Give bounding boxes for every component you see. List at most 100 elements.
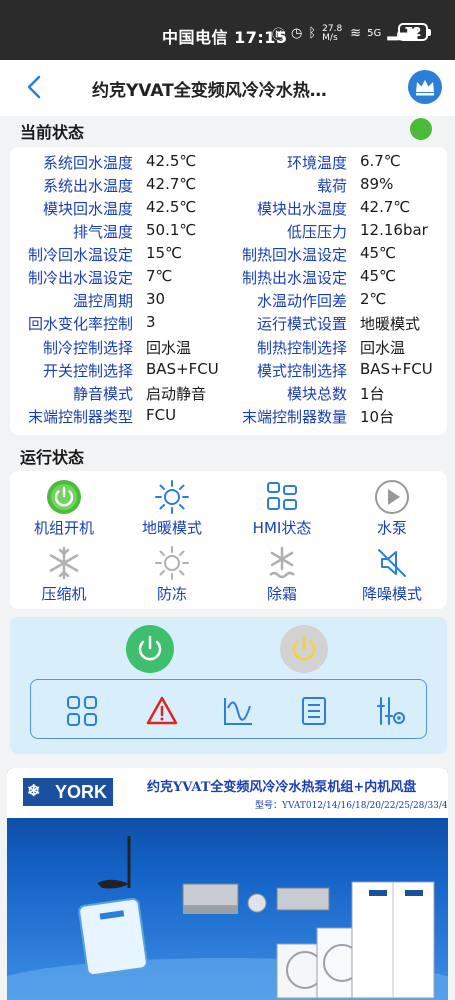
status-label: 模式控制选择 — [256, 362, 347, 380]
op-hmi-status: HMI状态 — [232, 479, 332, 538]
status-row: 回水变化率控制 3 运行模式设置 地暖模式 — [0, 313, 455, 336]
status-value: 42.5℃ — [146, 198, 197, 216]
op-label: 机组开机 — [33, 519, 94, 537]
status-value: 15℃ — [146, 244, 182, 262]
status-value: 回水温 — [146, 339, 192, 357]
back-arrow-icon[interactable] — [22, 74, 48, 100]
status-row: 系统出水温度 42.7℃ 载荷 89% — [0, 175, 455, 198]
status-label: 系统出水温度 — [42, 177, 133, 195]
status-label: 系统回水温度 — [42, 154, 133, 172]
settings-sliders-icon[interactable] — [373, 694, 407, 728]
status-value: 10台 — [360, 408, 395, 426]
status-icons: Ⓝ ◷ ᛒ 27.8 M/s ≋ 5G ▂▄▆ — [272, 24, 417, 43]
op-compressor: 压缩机 — [14, 545, 114, 604]
status-value: 89% — [360, 175, 394, 193]
current-status-title: 当前状态 — [20, 123, 85, 142]
battery-indicator: 72 — [398, 23, 431, 41]
op-label: HMI状态 — [252, 519, 312, 537]
network-type: 5G — [367, 28, 382, 39]
power-on-icon — [47, 480, 81, 514]
power-icon — [292, 635, 316, 661]
play-icon — [375, 480, 409, 514]
snowflake-icon — [49, 546, 79, 580]
status-value: 2℃ — [360, 290, 387, 308]
run-status-title: 运行状态 — [20, 448, 85, 467]
status-value: 3 — [146, 313, 156, 331]
status-row: 静音模式 启动静音 模块总数 1台 — [0, 383, 455, 406]
status-row: 排气温度 50.1℃ 低压压力 12.16bar — [0, 221, 455, 244]
carrier-time: 中国电信 17:15 — [162, 28, 288, 47]
trend-chart-icon[interactable] — [221, 694, 255, 728]
crown-button[interactable] — [408, 70, 442, 104]
run-status-card: 机组开机 地暖模式 HMI状态 水泵 压缩机 防冻 除霜 降噪模式 — [10, 471, 447, 609]
status-label: 水温动作回差 — [256, 292, 347, 310]
status-label: 制冷回水温设定 — [27, 246, 133, 264]
status-label: 制热控制选择 — [256, 339, 347, 357]
status-label: 温控周期 — [72, 292, 133, 310]
status-value: 回水温 — [360, 339, 406, 357]
power-off-button[interactable] — [280, 625, 328, 673]
system-status-bar: 中国电信 17:15 Ⓝ ◷ ᛒ 27.8 M/s ≋ 5G ▂▄▆ 72 — [0, 0, 455, 60]
op-label: 防冻 — [156, 585, 187, 603]
status-row: 制冷控制选择 回水温 制热控制选择 回水温 — [0, 337, 455, 360]
status-row: 温控周期 30 水温动作回差 2℃ — [0, 290, 455, 313]
snowflake-logo-icon: ❄ — [27, 783, 41, 800]
status-value: BAS+FCU — [146, 360, 219, 378]
status-label: 末端控制器类型 — [27, 408, 133, 426]
op-unit-power: 机组开机 — [14, 479, 114, 538]
hmi-icon — [267, 482, 297, 510]
status-value: FCU — [146, 406, 177, 424]
status-value: 42.5℃ — [146, 152, 197, 170]
status-value: 7℃ — [146, 267, 173, 285]
status-label: 末端控制器数量 — [241, 408, 347, 426]
document-list-icon[interactable] — [297, 694, 331, 728]
op-water-pump: 水泵 — [342, 479, 442, 538]
status-row: 模块回水温度 42.5℃ 模块出水温度 42.7℃ — [0, 198, 455, 221]
nfc-icon: Ⓝ — [272, 28, 286, 43]
status-value: 6.7℃ — [360, 152, 401, 170]
status-label: 环境温度 — [286, 154, 347, 172]
status-label: 运行模式设置 — [256, 315, 347, 333]
status-label: 开关控制选择 — [42, 362, 133, 380]
status-label: 回水变化率控制 — [27, 315, 133, 333]
alarm-warning-icon[interactable] — [145, 694, 179, 728]
op-floor-heating: 地暖模式 — [122, 479, 222, 538]
op-label: 除霜 — [266, 585, 297, 603]
status-label: 制冷控制选择 — [42, 339, 133, 357]
status-row: 末端控制器类型 FCU 末端控制器数量 10台 — [0, 406, 455, 429]
crown-icon — [416, 80, 434, 96]
op-label: 降噪模式 — [361, 585, 422, 603]
status-label: 静音模式 — [72, 385, 133, 403]
status-row: 制冷出水温设定 7℃ 制热出水温设定 45℃ — [0, 267, 455, 290]
power-on-button[interactable] — [126, 625, 174, 673]
sun-outline-icon — [155, 546, 189, 580]
status-label: 载荷 — [316, 177, 347, 195]
bluetooth-icon: ᛒ — [308, 26, 317, 41]
op-defrost: 除霜 — [232, 545, 332, 604]
banner-model: 型号：YVAT012/14/16/18/20/22/25/28/33/40RSE — [255, 801, 448, 811]
grid-menu-icon[interactable] — [65, 694, 99, 728]
op-label: 压缩机 — [41, 585, 87, 603]
product-banner: ❄ YORK 约克YVAT全变频风冷冷水热泵机组+内机风盘 型号：YVAT012… — [7, 768, 448, 1000]
york-logo: ❄ YORK — [23, 778, 113, 806]
op-label: 水泵 — [376, 519, 407, 537]
mute-icon — [378, 549, 406, 577]
status-value: 42.7℃ — [360, 198, 411, 216]
online-status-dot — [410, 118, 432, 140]
status-row: 系统回水温度 42.5℃ 环境温度 6.7℃ — [0, 152, 455, 175]
status-value: 1台 — [360, 385, 385, 403]
status-value: 45℃ — [360, 244, 396, 262]
status-value: 45℃ — [360, 267, 396, 285]
status-label: 排气温度 — [72, 223, 133, 241]
banner-title: 约克YVAT全变频风冷冷水热泵机组+内机风盘 — [147, 780, 417, 795]
function-toolbar — [30, 679, 427, 739]
op-noise-reduction: 降噪模式 — [342, 545, 442, 604]
status-value: 30 — [146, 290, 166, 308]
app-bar: 约克YVAT全变频风冷冷水热… — [0, 60, 455, 116]
status-label: 模块回水温度 — [42, 200, 133, 218]
page-title: 约克YVAT全变频风冷冷水热… — [92, 81, 327, 101]
power-icon — [138, 635, 162, 661]
status-label: 模块总数 — [286, 385, 347, 403]
status-value: 地暖模式 — [360, 315, 421, 333]
status-value: 启动静音 — [146, 385, 207, 403]
